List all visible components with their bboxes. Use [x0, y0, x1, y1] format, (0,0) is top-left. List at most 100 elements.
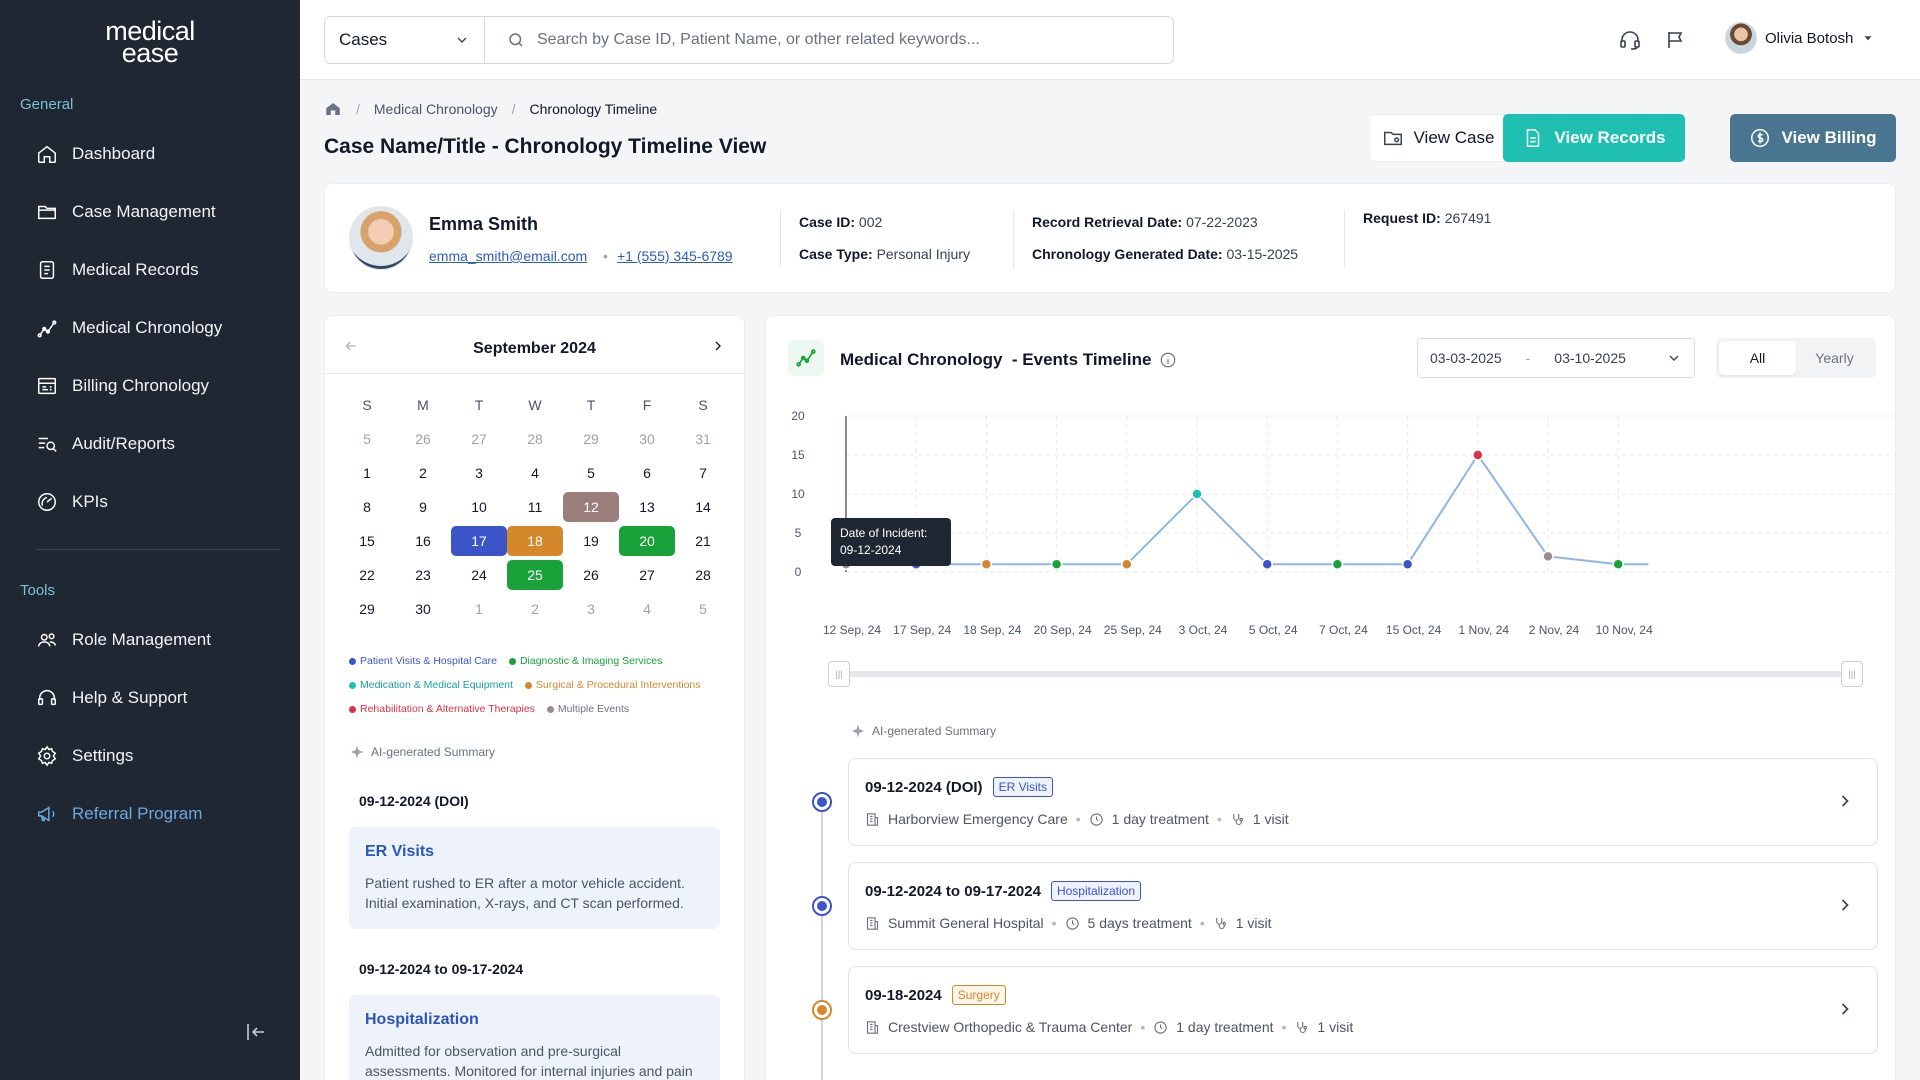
sidebar-item-billing-chronology[interactable]: Billing Chronology: [36, 369, 209, 403]
range-slider-handle-right[interactable]: |||: [1841, 661, 1863, 687]
sidebar-item-dashboard[interactable]: Dashboard: [36, 137, 155, 171]
calendar-day[interactable]: 24: [451, 560, 507, 590]
calendar-day-event[interactable]: 20: [619, 526, 675, 556]
chevron-down-icon: [1669, 355, 1679, 361]
data-point[interactable]: [1050, 558, 1063, 570]
brand-logo[interactable]: medical ease: [0, 18, 300, 67]
info-icon[interactable]: [1159, 351, 1177, 369]
calendar-day[interactable]: 21: [675, 526, 731, 556]
summary-box[interactable]: Hospitalization Admitted for observation…: [349, 995, 720, 1080]
calendar-day[interactable]: 28: [507, 424, 563, 454]
date-range-picker[interactable]: 03-03-2025 - 03-10-2025: [1417, 338, 1695, 378]
data-point[interactable]: [1401, 558, 1414, 570]
event-card[interactable]: 09-12-2024 (DOI) ER Visits Harborview Emer…: [848, 758, 1878, 846]
calendar-day[interactable]: 3: [563, 594, 619, 624]
calendar-day[interactable]: 26: [395, 424, 451, 454]
calendar-day[interactable]: 2: [507, 594, 563, 624]
calendar-day[interactable]: 13: [619, 492, 675, 522]
data-point[interactable]: [1261, 558, 1273, 570]
event-facility: Crestview Orthopedic & Trauma Center: [888, 1019, 1133, 1035]
calendar-day[interactable]: 14: [675, 492, 731, 522]
legend-dot: [349, 681, 356, 689]
event-card[interactable]: 09-18-2024 Surgery Crestview Orthopedic & …: [848, 966, 1878, 1054]
home-icon[interactable]: [324, 100, 342, 118]
event-card[interactable]: 09-12-2024 to 09-17-2024 Hospitalization S…: [848, 862, 1878, 950]
calendar-day[interactable]: 5: [563, 458, 619, 488]
breadcrumb-item[interactable]: Medical Chronology: [374, 101, 498, 117]
sidebar-item-kpis[interactable]: KPIs: [36, 485, 108, 519]
calendar-day[interactable]: 26: [563, 560, 619, 590]
calendar-day[interactable]: 22: [339, 560, 395, 590]
calendar-day[interactable]: 28: [675, 560, 731, 590]
megaphone-icon[interactable]: [1665, 28, 1689, 52]
summary-box[interactable]: ER Visits Patient rushed to ER after a m…: [349, 827, 720, 929]
toggle-yearly[interactable]: Yearly: [1796, 341, 1873, 375]
calendar-day[interactable]: 7: [675, 458, 731, 488]
view-case-button[interactable]: View Case: [1369, 114, 1507, 162]
data-point[interactable]: [1121, 558, 1133, 570]
x-tick-label: 5 Oct, 24: [1249, 623, 1298, 637]
range-slider-handle-left[interactable]: |||: [828, 661, 850, 687]
sidebar-item-case-management[interactable]: Case Management: [36, 195, 216, 229]
sidebar-item-audit-reports[interactable]: Audit/Reports: [36, 427, 175, 461]
chevron-right-icon[interactable]: [710, 338, 726, 354]
calendar-day[interactable]: 30: [395, 594, 451, 624]
calendar-day-event[interactable]: 25: [507, 560, 563, 590]
y-tick-label: 10: [791, 487, 805, 501]
calendar-day[interactable]: 31: [675, 424, 731, 454]
calendar-day[interactable]: 5: [675, 594, 731, 624]
calendar-day[interactable]: 1: [451, 594, 507, 624]
calendar-day[interactable]: 23: [395, 560, 451, 590]
calendar-day[interactable]: 8: [339, 492, 395, 522]
calendar-day[interactable]: 27: [619, 560, 675, 590]
meta-separator-dot: •: [1216, 811, 1222, 827]
calendar-day[interactable]: 27: [451, 424, 507, 454]
search-scope-select[interactable]: Cases: [325, 17, 485, 63]
data-point[interactable]: [1191, 488, 1203, 500]
calendar-day[interactable]: 4: [619, 594, 675, 624]
range-slider-track[interactable]: [833, 671, 1853, 677]
toggle-all[interactable]: All: [1719, 341, 1796, 375]
event-badge: Hospitalization: [1050, 881, 1141, 901]
sidebar-item-help-support[interactable]: Help & Support: [36, 681, 187, 715]
data-point[interactable]: [1542, 550, 1554, 563]
date-from: 03-03-2025: [1430, 350, 1502, 366]
calendar-day[interactable]: 3: [451, 458, 507, 488]
calendar-day[interactable]: 16: [395, 526, 451, 556]
calendar-day[interactable]: 29: [563, 424, 619, 454]
calendar-day[interactable]: 4: [507, 458, 563, 488]
collapse-sidebar-icon[interactable]: [244, 1020, 268, 1044]
calendar-day[interactable]: 10: [451, 492, 507, 522]
calendar-day[interactable]: 6: [619, 458, 675, 488]
calendar-day[interactable]: 11: [507, 492, 563, 522]
sidebar-item-medical-chronology[interactable]: Medical Chronology: [36, 311, 222, 345]
calendar-day[interactable]: 19: [563, 526, 619, 556]
view-records-button[interactable]: View Records: [1503, 114, 1685, 162]
summary-date: 09-12-2024 (DOI): [359, 793, 469, 809]
sidebar-item-role-management[interactable]: Role Management: [36, 623, 211, 657]
calendar-day[interactable]: 29: [339, 594, 395, 624]
data-point[interactable]: [1472, 449, 1484, 461]
view-billing-button[interactable]: View Billing: [1730, 114, 1896, 162]
sidebar-item-referral-program[interactable]: Referral Program: [36, 797, 202, 831]
calendar-day[interactable]: 5: [339, 424, 395, 454]
calendar-day[interactable]: 1: [339, 458, 395, 488]
calendar-day-event[interactable]: 17: [451, 526, 507, 556]
calendar-day[interactable]: 15: [339, 526, 395, 556]
calendar-day[interactable]: 30: [619, 424, 675, 454]
sidebar-item-medical-records[interactable]: Medical Records: [36, 253, 199, 287]
data-point[interactable]: [1331, 558, 1344, 570]
calendar-day[interactable]: 2: [395, 458, 451, 488]
calendar-day-event[interactable]: 12: [563, 492, 619, 522]
patient-email-link[interactable]: emma_smith@email.com: [429, 248, 587, 264]
headset-icon[interactable]: [1618, 28, 1642, 52]
user-menu[interactable]: Olivia Botosh: [1725, 22, 1875, 54]
patient-phone-link[interactable]: +1 (555) 345-6789: [617, 248, 733, 264]
data-point[interactable]: [1612, 558, 1624, 570]
calendar-day-event[interactable]: 18: [507, 526, 563, 556]
sidebar-item-settings[interactable]: Settings: [36, 739, 133, 773]
building-icon: [866, 1020, 879, 1034]
calendar-day[interactable]: 9: [395, 492, 451, 522]
data-point[interactable]: [980, 558, 993, 570]
search-input[interactable]: Search by Case ID, Patient Name, or othe…: [485, 31, 1173, 49]
